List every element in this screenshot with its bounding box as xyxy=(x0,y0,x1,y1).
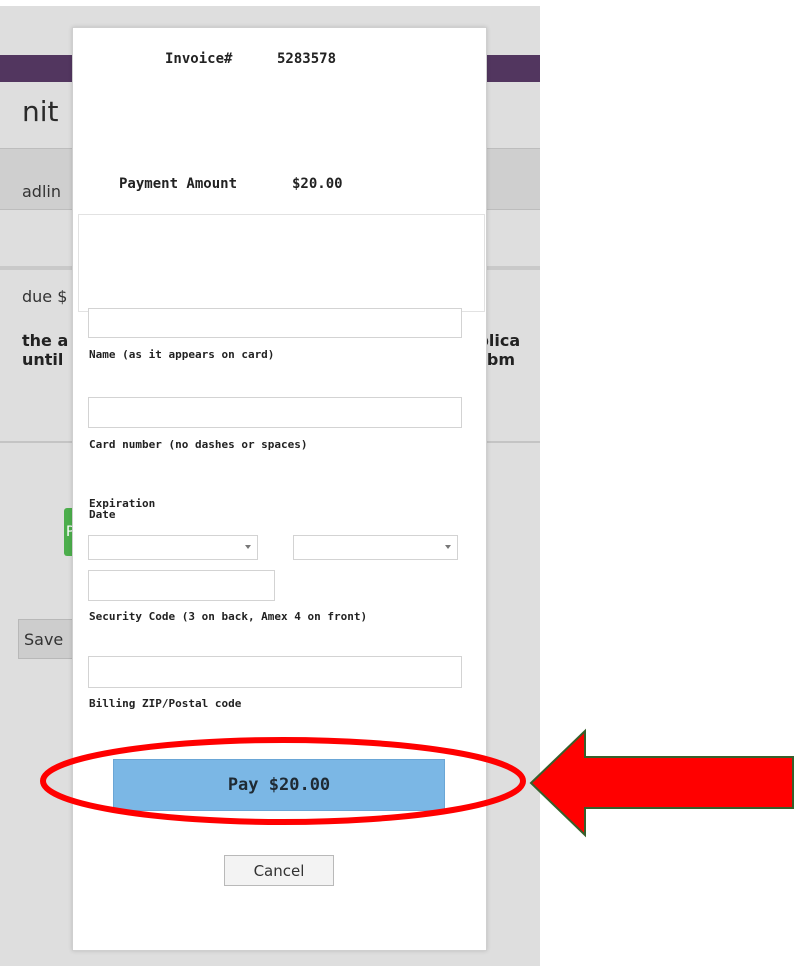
card-form-frame-header xyxy=(78,214,485,312)
background-top-strip xyxy=(0,0,540,6)
background-due-text: due $ xyxy=(22,287,68,306)
chevron-down-icon xyxy=(245,545,251,549)
background-deadline-text: adlin xyxy=(22,182,61,201)
payment-amount-value: $20.00 xyxy=(292,176,343,192)
expiration-label-date: Date xyxy=(89,508,116,521)
security-code-label: Security Code (3 on back, Amex 4 on fron… xyxy=(89,610,368,623)
invoice-number: 5283578 xyxy=(277,51,337,67)
invoice-label: Invoice# xyxy=(165,51,233,67)
billing-zip-label: Billing ZIP/Postal code xyxy=(89,697,242,710)
background-notice-left-2: until xyxy=(22,350,64,369)
name-on-card-label: Name (as it appears on card) xyxy=(89,348,275,361)
security-code-input[interactable] xyxy=(88,570,275,601)
card-number-input[interactable] xyxy=(88,397,462,428)
payment-amount-label: Payment Amount xyxy=(119,176,238,192)
background-notice-left-1: the a xyxy=(22,331,69,350)
card-number-label: Card number (no dashes or spaces) xyxy=(89,438,308,451)
background-heading: nit xyxy=(22,95,59,128)
pay-button[interactable]: Pay $20.00 xyxy=(113,759,445,811)
name-on-card-input[interactable] xyxy=(88,308,462,338)
expiration-month-select[interactable] xyxy=(88,535,258,560)
payment-modal: Invoice# 5283578 Payment Amount $20.00 N… xyxy=(72,27,487,951)
chevron-down-icon xyxy=(445,545,451,549)
cancel-button[interactable]: Cancel xyxy=(224,855,334,886)
pointer-arrow-icon xyxy=(529,728,794,838)
expiration-year-select[interactable] xyxy=(293,535,458,560)
billing-zip-input[interactable] xyxy=(88,656,462,688)
background-save-button: Save xyxy=(18,619,74,659)
